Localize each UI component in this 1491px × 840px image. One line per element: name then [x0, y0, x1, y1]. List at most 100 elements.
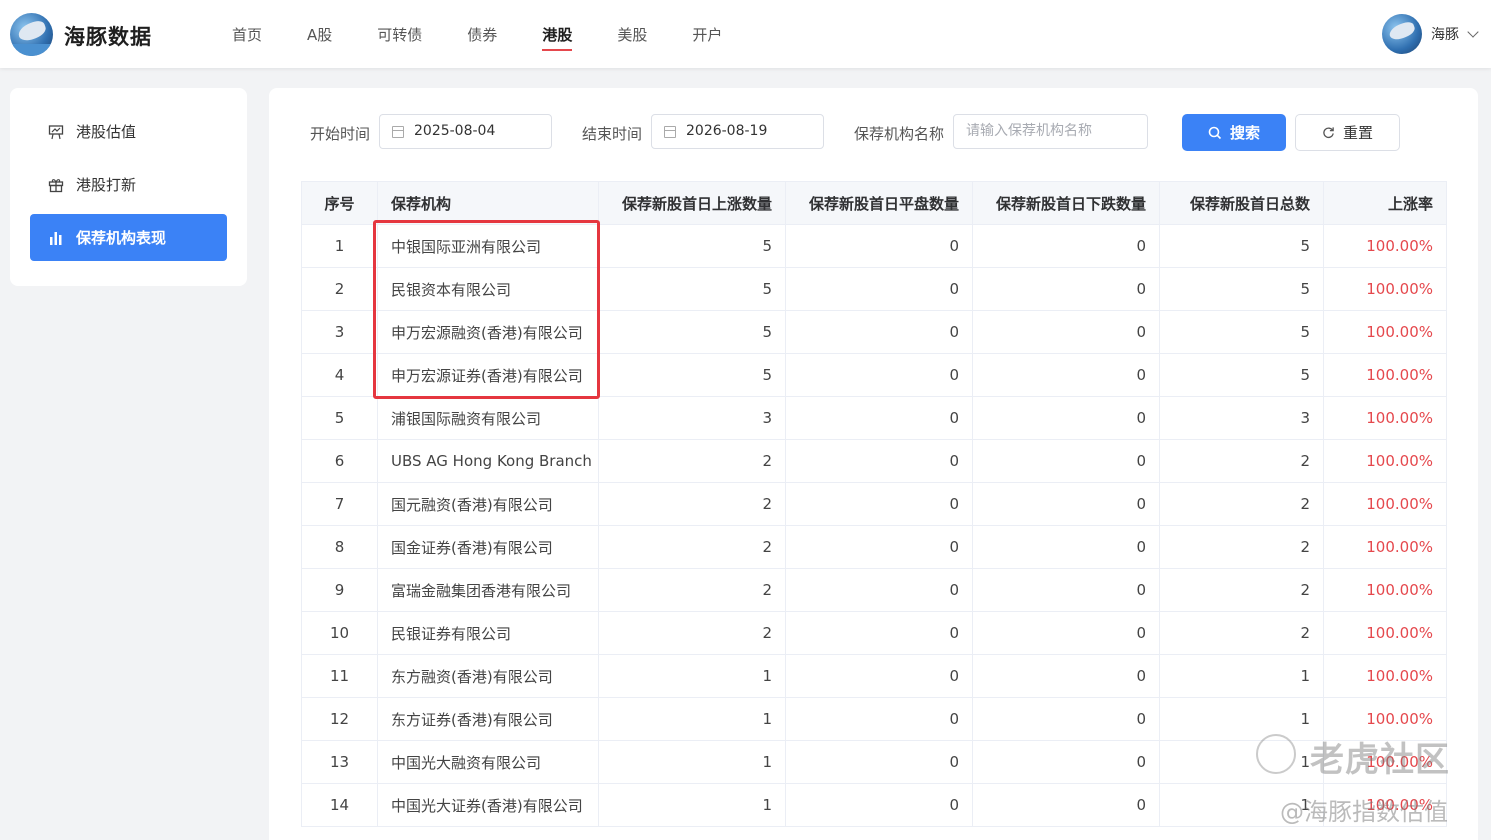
gift-icon [48, 178, 64, 192]
cell-up-count: 1 [598, 697, 786, 741]
table-row[interactable]: 8 国金证券(香港)有限公司 2 0 0 2 100.00% [301, 525, 1447, 569]
cell-down-count: 0 [972, 525, 1160, 569]
search-icon [1208, 126, 1222, 139]
nav-item-us-stocks[interactable]: 美股 [617, 0, 647, 68]
cell-sponsor: 东方融资(香港)有限公司 [377, 654, 599, 698]
cell-up-count: 1 [598, 654, 786, 698]
nav-item-convertible-bonds[interactable]: 可转债 [377, 0, 422, 68]
cell-index: 12 [301, 697, 378, 741]
table-row[interactable]: 9 富瑞金融集团香港有限公司 2 0 0 2 100.00% [301, 568, 1447, 612]
cell-down-count: 0 [972, 224, 1160, 268]
table-row[interactable]: 6 UBS AG Hong Kong Branch 2 0 0 2 100.00% [301, 439, 1447, 483]
cell-index: 7 [301, 482, 378, 526]
cell-up-count: 5 [598, 310, 786, 354]
cell-index: 5 [301, 396, 378, 440]
sidebar-item-hk-ipo[interactable]: 港股打新 [30, 161, 227, 208]
cell-sponsor: 申万宏源融资(香港)有限公司 [377, 310, 599, 354]
cell-down-count: 0 [972, 783, 1160, 827]
cell-up-count: 2 [598, 611, 786, 655]
cell-up-count: 5 [598, 267, 786, 311]
cell-sponsor: 中国光大融资有限公司 [377, 740, 599, 784]
cell-down-count: 0 [972, 482, 1160, 526]
end-date-label: 结束时间 [582, 125, 643, 143]
cell-flat-count: 0 [785, 224, 973, 268]
search-button[interactable]: 搜索 [1182, 114, 1286, 151]
sidebar: 港股估值 港股打新 保荐机构表现 [10, 88, 247, 286]
end-date-input[interactable]: 2026-08-19 [651, 114, 824, 149]
table-row[interactable]: 2 民银资本有限公司 5 0 0 5 100.00% [301, 267, 1447, 311]
cell-down-count: 0 [972, 740, 1160, 784]
cell-up-count: 5 [598, 224, 786, 268]
sponsor-name-label: 保荐机构名称 [854, 125, 945, 143]
cell-up-count: 2 [598, 525, 786, 569]
nav-item-home[interactable]: 首页 [232, 0, 262, 68]
cell-up-rate: 100.00% [1323, 525, 1447, 569]
column-header-total[interactable]: 保荐新股首日总数 [1159, 181, 1324, 225]
cell-index: 13 [301, 740, 378, 784]
dolphin-logo-icon[interactable] [10, 13, 53, 56]
cell-sponsor: 国金证券(香港)有限公司 [377, 525, 599, 569]
cell-total: 2 [1159, 482, 1324, 526]
cell-flat-count: 0 [785, 310, 973, 354]
sidebar-item-hk-valuation[interactable]: 港股估值 [30, 108, 227, 155]
cell-up-rate: 100.00% [1323, 267, 1447, 311]
cell-sponsor: 富瑞金融集团香港有限公司 [377, 568, 599, 612]
nav-item-a-shares[interactable]: A股 [307, 0, 332, 68]
sponsor-table: 序号 保荐机构 保荐新股首日上涨数量 保荐新股首日平盘数量 保荐新股首日下跌数量… [301, 181, 1447, 827]
cell-total: 3 [1159, 396, 1324, 440]
cell-total: 2 [1159, 439, 1324, 483]
cell-up-count: 5 [598, 353, 786, 397]
start-date-label: 开始时间 [310, 125, 371, 143]
sponsor-name-placeholder: 请输入保荐机构名称 [966, 123, 1092, 139]
table-row[interactable]: 5 浦银国际融资有限公司 3 0 0 3 100.00% [301, 396, 1447, 440]
cell-up-rate: 100.00% [1323, 353, 1447, 397]
start-date-input[interactable]: 2025-08-04 [379, 114, 552, 149]
refresh-icon [1323, 127, 1334, 139]
user-name[interactable]: 海豚 [1431, 24, 1459, 44]
cell-total: 5 [1159, 353, 1324, 397]
cell-up-count: 2 [598, 482, 786, 526]
cell-sponsor: 浦银国际融资有限公司 [377, 396, 599, 440]
sponsor-name-input[interactable]: 请输入保荐机构名称 [953, 114, 1148, 149]
cell-sponsor: 中银国际亚洲有限公司 [377, 224, 599, 268]
nav-item-hk-stocks[interactable]: 港股 [542, 0, 573, 68]
cell-down-count: 0 [972, 267, 1160, 311]
cell-down-count: 0 [972, 611, 1160, 655]
table-row[interactable]: 7 国元融资(香港)有限公司 2 0 0 2 100.00% [301, 482, 1447, 526]
cell-down-count: 0 [972, 697, 1160, 741]
sidebar-item-sponsor-performance[interactable]: 保荐机构表现 [30, 214, 227, 261]
table-row[interactable]: 1 中银国际亚洲有限公司 5 0 0 5 100.00% [301, 224, 1447, 268]
cell-total: 5 [1159, 310, 1324, 354]
cell-flat-count: 0 [785, 482, 973, 526]
column-header-down-count[interactable]: 保荐新股首日下跌数量 [972, 181, 1160, 225]
table-row[interactable]: 3 申万宏源融资(香港)有限公司 5 0 0 5 100.00% [301, 310, 1447, 354]
cell-down-count: 0 [972, 396, 1160, 440]
cell-up-count: 2 [598, 439, 786, 483]
cell-sponsor: 民银证券有限公司 [377, 611, 599, 655]
nav-item-open-account[interactable]: 开户 [692, 0, 722, 68]
column-header-index[interactable]: 序号 [301, 181, 378, 225]
cell-sponsor: 国元融资(香港)有限公司 [377, 482, 599, 526]
cell-flat-count: 0 [785, 654, 973, 698]
filter-bar: 开始时间 2025-08-04 结束时间 2026-08-19 保荐机构名称 请… [269, 114, 1478, 151]
brand-name[interactable]: 海豚数据 [64, 21, 152, 51]
nav-item-bonds[interactable]: 债券 [467, 0, 497, 68]
cell-flat-count: 0 [785, 740, 973, 784]
cell-index: 10 [301, 611, 378, 655]
cell-up-count: 1 [598, 783, 786, 827]
table-row[interactable]: 11 东方融资(香港)有限公司 1 0 0 1 100.00% [301, 654, 1447, 698]
reset-button[interactable]: 重置 [1295, 114, 1400, 151]
cell-total: 2 [1159, 568, 1324, 612]
cell-flat-count: 0 [785, 611, 973, 655]
column-header-flat-count[interactable]: 保荐新股首日平盘数量 [785, 181, 973, 225]
table-row[interactable]: 4 申万宏源证券(香港)有限公司 5 0 0 5 100.00% [301, 353, 1447, 397]
column-header-up-rate[interactable]: 上涨率 [1323, 181, 1447, 225]
column-header-sponsor[interactable]: 保荐机构 [377, 181, 599, 225]
user-menu[interactable]: 海豚 [1382, 14, 1479, 54]
column-header-up-count[interactable]: 保荐新股首日上涨数量 [598, 181, 786, 225]
main-nav: 首页 A股 可转债 债券 港股 美股 开户 [232, 0, 767, 68]
chevron-down-icon[interactable] [1467, 25, 1479, 38]
avatar[interactable] [1382, 14, 1422, 54]
table-row[interactable]: 14 中国光大证券(香港)有限公司 1 0 0 1 100.00% [301, 783, 1447, 827]
table-row[interactable]: 10 民银证券有限公司 2 0 0 2 100.00% [301, 611, 1447, 655]
